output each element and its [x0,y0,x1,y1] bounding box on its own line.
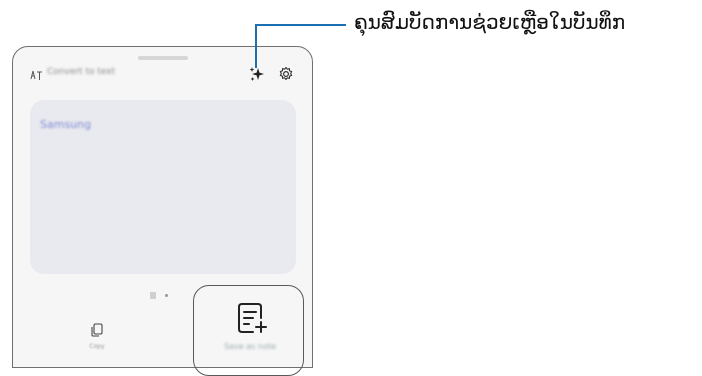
callout-line-horizontal [255,24,346,26]
page-indicator [150,292,174,300]
convert-to-text-label: Convert to text [47,67,116,77]
sparkle-icon[interactable] [248,65,266,83]
copy-label: Copy [89,343,105,350]
page-indicator-current [150,292,156,299]
highlight-frame [193,285,304,376]
transcript-text: Samsung [40,118,92,131]
convert-icon[interactable] [30,68,44,82]
gear-icon[interactable] [277,65,295,83]
callout-line-vertical [255,24,257,68]
copy-button[interactable]: Copy [82,322,112,358]
page-indicator-dot [165,294,168,297]
panel-topbar: Convert to text [30,65,300,84]
copy-icon [89,322,105,338]
drag-handle[interactable] [138,56,188,60]
callout-label: ຄຸນສົມບັດການຊ່ວຍເຫຼືອໃນບັນທຶກ [354,10,626,34]
